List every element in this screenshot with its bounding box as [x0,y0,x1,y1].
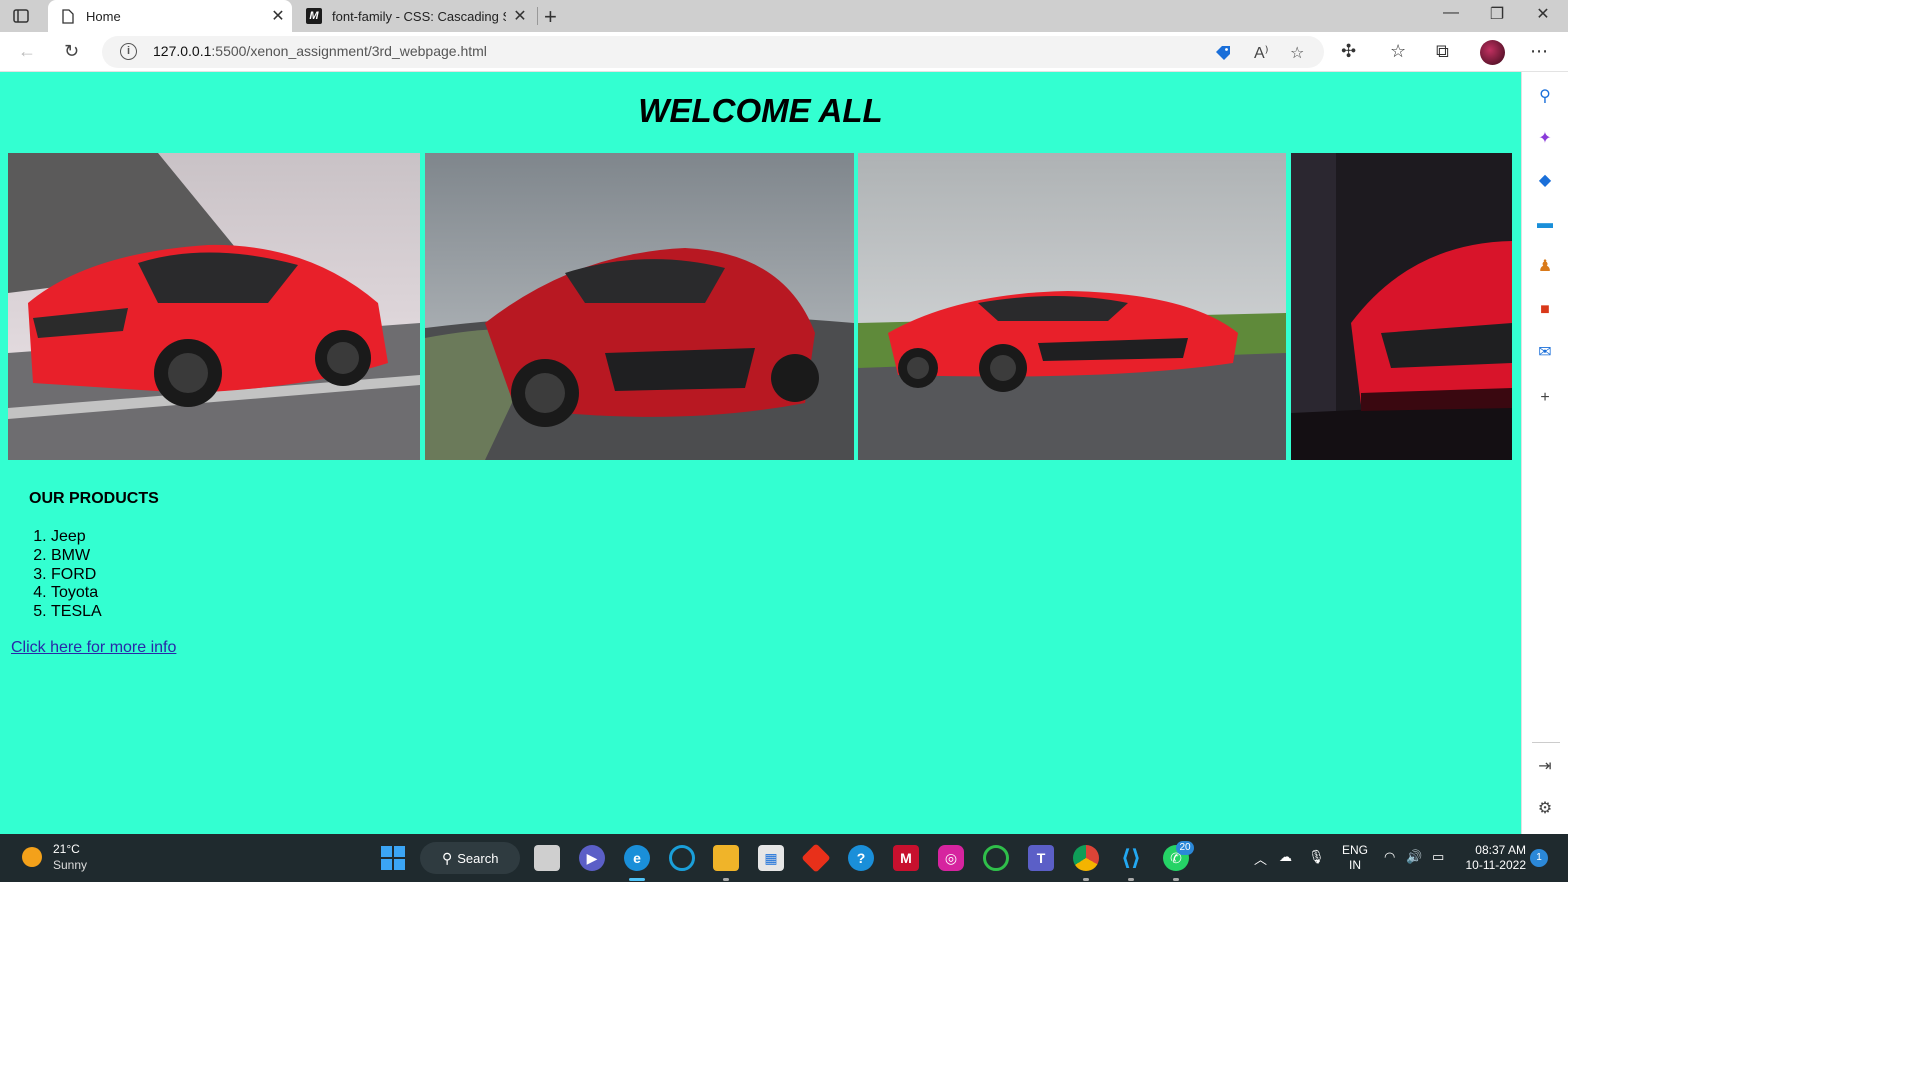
instagram-icon[interactable]: ◎ [938,845,964,871]
windows-start-icon[interactable] [381,846,405,870]
restore-icon[interactable]: ❐ [1474,4,1520,24]
car-image-2 [425,153,854,460]
shopping-icon[interactable]: ◆ [1535,170,1555,190]
close-icon[interactable]: ✕ [264,6,292,26]
chrome-icon[interactable] [1073,845,1099,871]
mdn-icon: M [306,8,322,24]
more-info-link[interactable]: Click here for more info [11,639,176,657]
minimize-icon[interactable]: — [1428,4,1474,22]
read-aloud-icon[interactable]: A⁾ [1254,43,1269,63]
site-info-icon[interactable]: i [120,43,137,60]
app-indicator [723,878,729,881]
teams-icon[interactable]: T [1028,845,1054,871]
search-icon[interactable]: ⚲ [1535,86,1555,106]
page-icon [60,8,76,24]
tab-separator [537,7,538,25]
list-item: FORD [51,566,102,585]
wifi-icon[interactable]: ◠ [1384,849,1395,865]
copilot-sparkle-icon[interactable]: ✦ [1535,128,1555,148]
tab-actions-icon[interactable] [12,7,30,25]
help-icon[interactable]: ? [848,845,874,871]
url-text[interactable]: 127.0.0.1:5500/xenon_assignment/3rd_webp… [153,43,487,59]
cortana-icon[interactable] [669,845,695,871]
add-icon[interactable]: + [1535,388,1555,408]
task-view-icon[interactable] [534,845,560,871]
mcafee-icon[interactable]: M [893,845,919,871]
list-item: Toyota [51,584,102,603]
car-image-3 [858,153,1286,460]
search-icon: ⚲ [442,849,453,866]
file-explorer-icon[interactable] [713,845,739,871]
window-close-icon[interactable]: ✕ [1520,4,1566,24]
add-favorite-icon[interactable]: ☆ [1290,43,1304,63]
tools-icon[interactable]: ▬ [1535,214,1555,234]
system-clock[interactable]: 08:37 AM 10-11-2022 [1464,843,1527,873]
tab-home[interactable]: Home ✕ [48,0,292,32]
teams-chat-icon[interactable]: ▶ [579,845,605,871]
products-list: Jeep BMW FORD Toyota TESLA [51,528,102,622]
chevron-up-icon[interactable]: ︿ [1254,849,1267,868]
page-title: WELCOME ALL [638,92,883,129]
tab-title: Home [86,8,121,24]
car-image-4 [1291,153,1512,460]
extensions-icon[interactable]: ✣ [1341,41,1356,62]
profile-avatar[interactable] [1480,40,1505,65]
app-indicator [1128,878,1134,881]
url-path: :5500/xenon_assignment/3rd_webpage.html [211,43,487,59]
microsoft-store-icon[interactable]: ▦ [758,845,784,871]
favorites-icon[interactable]: ☆ [1390,41,1406,62]
collections-icon[interactable]: ⧉ [1436,41,1449,62]
region-code: IN [1349,858,1361,872]
tab-title: font-family - CSS: Cascading Styl [332,8,506,24]
search-label: Search [457,850,499,866]
sidebar-divider [1532,742,1560,743]
mdn-logo: M [306,8,322,24]
clock-date: 10-11-2022 [1465,858,1527,872]
list-item: Jeep [51,528,102,547]
office-icon[interactable]: ■ [1535,300,1555,320]
url-host: 127.0.0.1 [153,43,212,59]
close-icon[interactable]: ✕ [506,6,534,26]
edge-browser-icon[interactable]: e [624,845,650,871]
app-indicator [1083,878,1089,881]
app-indicator [1173,878,1179,881]
language-code: ENG [1342,843,1369,857]
outlook-icon[interactable]: ✉ [1535,342,1555,362]
onedrive-icon[interactable]: ☁ [1279,849,1292,865]
microphone-icon[interactable]: 🎙 [1308,849,1325,865]
car-image-1 [8,153,420,460]
browser-tab-bar: Home ✕ M font-family - CSS: Cascading St… [0,0,1568,32]
volume-icon[interactable]: 🔊 [1406,849,1422,865]
refresh-icon[interactable]: ↻ [64,41,79,62]
back-arrow-icon[interactable]: ← [18,41,36,62]
edge-sidebar: ⚲ ✦ ◆ ▬ ♟ ■ ✉ + ⇥ ⚙ [1521,72,1568,834]
battery-icon[interactable]: ▭ [1432,849,1444,865]
list-item: BMW [51,547,102,566]
language-indicator[interactable]: ENG IN [1342,843,1368,873]
page-content: WELCOME ALL OUR PRODUCTS 1. Jeep 2. BMW … [0,72,1521,834]
address-bar[interactable]: i 127.0.0.1:5500/xenon_assignment/3rd_we… [102,36,1324,68]
whatsapp-unread-badge: 20 [1176,841,1194,855]
windows-taskbar: 21°C Sunny ⚲ Search ▶ e ▦ ? M ◎ T ⟨⟩ ✆ 2… [0,834,1568,882]
tab-mdn-font-family[interactable]: M font-family - CSS: Cascading Styl ✕ [294,0,534,32]
active-app-indicator [629,878,645,881]
gear-icon[interactable]: ⚙ [1535,798,1555,818]
list-item: TESLA [51,603,102,622]
clock-time: 08:37 AM [1475,843,1526,857]
notification-count-badge[interactable]: 1 [1530,849,1548,867]
vscode-icon[interactable]: ⟨⟩ [1118,845,1144,871]
weather-condition[interactable]: Sunny [53,858,87,872]
browser-toolbar: ← ↻ i 127.0.0.1:5500/xenon_assignment/3r… [0,32,1568,72]
anydesk-icon[interactable] [801,843,831,873]
sun-icon[interactable] [22,847,42,867]
more-options-icon[interactable]: ⋯ [1530,41,1548,62]
hide-sidebar-icon[interactable]: ⇥ [1535,756,1555,776]
taskbar-search[interactable]: ⚲ Search [420,842,520,874]
progress-app-icon[interactable] [983,845,1009,871]
weather-temperature[interactable]: 21°C [53,842,80,856]
products-heading: OUR PRODUCTS [29,490,159,507]
games-icon[interactable]: ♟ [1535,256,1555,276]
new-tab-icon[interactable]: + [544,4,557,30]
shopping-tag-icon[interactable] [1214,44,1232,60]
